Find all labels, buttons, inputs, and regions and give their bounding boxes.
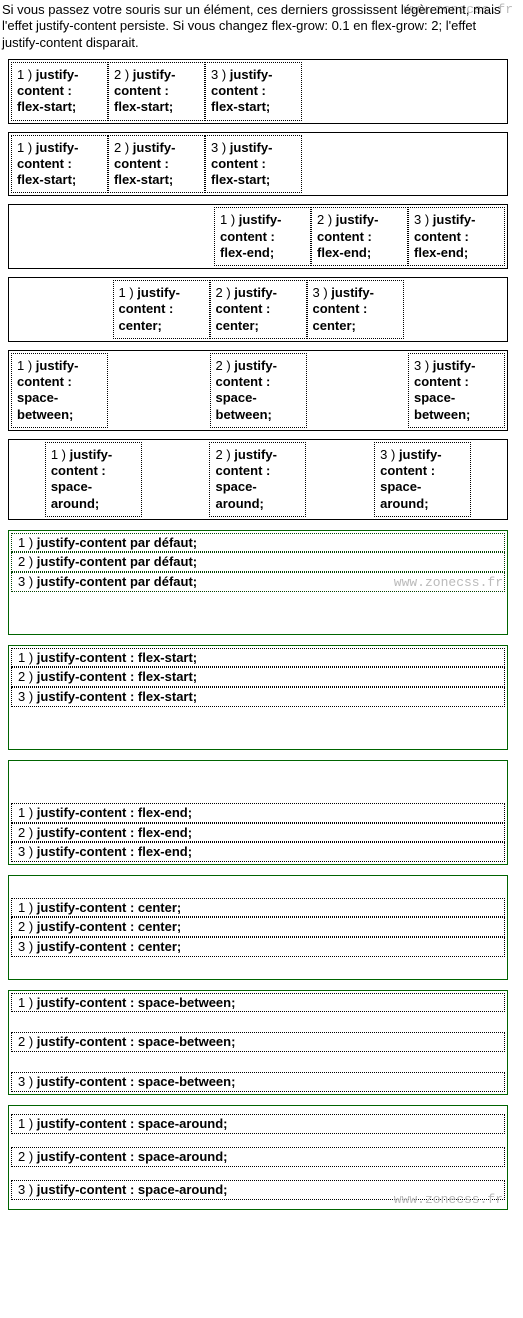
- col-demo-space-between[interactable]: 1 ) justify-content : space-between; 2 )…: [8, 990, 508, 1095]
- flex-item[interactable]: 1 ) justify-content : center;: [113, 280, 210, 339]
- row-demo-flex-end[interactable]: 1 ) justify-content : flex-end; 2 ) just…: [8, 204, 508, 269]
- flex-item-label: justify-content : space-between;: [37, 1034, 236, 1049]
- flex-item-label: justify-content : space-between;: [37, 995, 236, 1010]
- flex-item-label: justify-content : flex-end;: [37, 825, 192, 840]
- flex-item[interactable]: 3 ) justify-content : flex-start;: [205, 135, 302, 194]
- flex-item-label: justify-content : center;: [37, 919, 181, 934]
- col-demo-flex-end[interactable]: 1 ) justify-content : flex-end; 2 ) just…: [8, 760, 508, 865]
- flex-item[interactable]: 2 ) justify-content par défaut;: [11, 552, 505, 572]
- flex-item[interactable]: 2 ) justify-content : flex-end;: [11, 823, 505, 843]
- flex-item-label: justify-content par défaut;: [37, 574, 197, 589]
- flex-item[interactable]: 1 ) justify-content : flex-end;: [11, 803, 505, 823]
- flex-item[interactable]: 3 ) justify-content : flex-end;: [408, 207, 505, 266]
- flex-item[interactable]: 1 ) justify-content : flex-start;: [11, 648, 505, 668]
- col-demo-center[interactable]: 1 ) justify-content : center; 2 ) justif…: [8, 875, 508, 980]
- flex-item[interactable]: 2 ) justify-content : space-around;: [11, 1147, 505, 1167]
- flex-item[interactable]: 3 ) justify-content : center;: [11, 937, 505, 957]
- flex-item[interactable]: 3 ) justify-content : flex-start;: [11, 687, 505, 707]
- flex-item[interactable]: 1 ) justify-content : flex-end;: [214, 207, 311, 266]
- flex-item[interactable]: 1 ) justify-content : space-between;: [11, 353, 108, 428]
- flex-item-label: justify-content : space-around;: [37, 1182, 228, 1197]
- flex-item-label: justify-content : center;: [37, 939, 181, 954]
- flex-item[interactable]: 1 ) justify-content : space-between;: [11, 993, 505, 1013]
- flex-item-label: justify-content : center;: [37, 900, 181, 915]
- flex-item-label: justify-content : flex-start;: [37, 669, 197, 684]
- flex-item[interactable]: 2 ) justify-content : space-around;: [209, 442, 306, 517]
- page: www.zonecss.fr Si vous passez votre sour…: [0, 0, 523, 1220]
- flex-item-label: justify-content : flex-end;: [37, 805, 192, 820]
- flex-item-label: justify-content : flex-start;: [37, 650, 197, 665]
- flex-item[interactable]: 1 ) justify-content : space-around;: [11, 1114, 505, 1134]
- row-demo-space-between[interactable]: 1 ) justify-content : space-between; 2 )…: [8, 350, 508, 431]
- flex-item[interactable]: 1 ) justify-content : flex-start;: [11, 135, 108, 194]
- flex-item-label: justify-content : flex-start;: [37, 689, 197, 704]
- flex-item-label: justify-content : space-between;: [37, 1074, 236, 1089]
- col-demo-space-around[interactable]: 1 ) justify-content : space-around; 2 ) …: [8, 1105, 508, 1210]
- flex-item[interactable]: 1 ) justify-content : flex-start;: [11, 62, 108, 121]
- flex-item[interactable]: 2 ) justify-content : flex-start;: [108, 135, 205, 194]
- row-demo-space-around[interactable]: 1 ) justify-content : space-around; 2 ) …: [8, 439, 508, 520]
- intro-text: Si vous passez votre souris sur un éléme…: [2, 2, 517, 51]
- flex-item[interactable]: 3 ) justify-content : space-between;: [11, 1072, 505, 1092]
- flex-item-label: justify-content par défaut;: [37, 554, 197, 569]
- flex-item[interactable]: 2 ) justify-content : center;: [11, 917, 505, 937]
- flex-item[interactable]: 3 ) justify-content : space-between;: [408, 353, 505, 428]
- flex-item[interactable]: 3 ) justify-content : center;: [307, 280, 404, 339]
- flex-item[interactable]: 1 ) justify-content : center;: [11, 898, 505, 918]
- row-demo-default[interactable]: 1 ) justify-content : flex-start; 2 ) ju…: [8, 59, 508, 124]
- col-demo-flex-start[interactable]: 1 ) justify-content : flex-start; 2 ) ju…: [8, 645, 508, 750]
- flex-item[interactable]: 1 ) justify-content : space-around;: [45, 442, 142, 517]
- flex-item-label: justify-content : space-around;: [37, 1149, 228, 1164]
- row-demo-center[interactable]: 1 ) justify-content : center; 2 ) justif…: [8, 277, 508, 342]
- flex-item-label: justify-content : flex-end;: [37, 844, 192, 859]
- flex-item[interactable]: 1 ) justify-content par défaut;: [11, 533, 505, 553]
- flex-item[interactable]: 2 ) justify-content : flex-start;: [11, 667, 505, 687]
- flex-item[interactable]: 2 ) justify-content : space-between;: [11, 1032, 505, 1052]
- flex-item[interactable]: 2 ) justify-content : space-between;: [210, 353, 307, 428]
- flex-item[interactable]: 3 ) justify-content : space-around;: [11, 1180, 505, 1200]
- flex-item[interactable]: 3 ) justify-content : space-around;: [374, 442, 471, 517]
- flex-item[interactable]: 3 ) justify-content : flex-end;: [11, 842, 505, 862]
- flex-item[interactable]: 3 ) justify-content : flex-start;: [205, 62, 302, 121]
- flex-item-label: justify-content : space-around;: [37, 1116, 228, 1131]
- flex-item[interactable]: 3 ) justify-content par défaut;: [11, 572, 505, 592]
- flex-item[interactable]: 2 ) justify-content : center;: [210, 280, 307, 339]
- flex-item[interactable]: 2 ) justify-content : flex-end;: [311, 207, 408, 266]
- flex-item-label: justify-content par défaut;: [37, 535, 197, 550]
- row-demo-flex-start[interactable]: 1 ) justify-content : flex-start; 2 ) ju…: [8, 132, 508, 197]
- flex-item[interactable]: 2 ) justify-content : flex-start;: [108, 62, 205, 121]
- col-demo-default[interactable]: 1 ) justify-content par défaut; 2 ) just…: [8, 530, 508, 635]
